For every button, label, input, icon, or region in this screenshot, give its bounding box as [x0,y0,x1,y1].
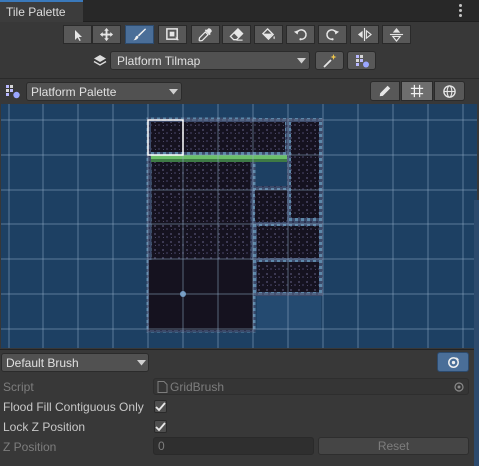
arrow-pointer-icon [74,29,82,41]
flip-vertical-icon [389,27,404,42]
brush-settings-icon [447,356,459,368]
box-fill-tool-button[interactable] [158,25,187,44]
flood-fill-checkbox[interactable] [154,400,167,413]
edit-palette-button[interactable] [370,81,400,101]
script-value: GridBrush [170,380,225,394]
lock-z-checkbox[interactable] [154,420,167,433]
tab-tile-palette[interactable]: Tile Palette [0,0,83,22]
chevron-down-icon [297,58,306,64]
active-tilemap-dropdown[interactable]: Platform Tilmap [110,51,310,70]
checkmark-icon [155,401,166,411]
box-fill-icon [166,28,180,42]
tile-settings-button[interactable] [347,51,376,70]
tab-bar: Tile Palette [0,0,479,22]
gizmos-button[interactable] [434,81,465,101]
picker-tool-button[interactable] [191,25,220,44]
brush-dropdown-label: Default Brush [6,356,79,370]
fill-tool-button[interactable] [254,25,283,44]
object-picker-icon[interactable] [454,382,464,392]
flood-fill-label: Flood Fill Contiguous Only [3,400,144,414]
palette-grid-icon [355,54,369,67]
toggle-grid-button[interactable] [401,81,433,101]
move-arrows-icon [99,27,114,42]
pencil-icon [379,85,391,97]
chevron-down-icon [137,360,146,366]
active-tilemap-label: Platform Tilmap [117,54,201,68]
rotate-cw-tool-button[interactable] [318,25,347,44]
window-menu-kebab-icon[interactable] [454,4,466,18]
flip-x-tool-button[interactable] [350,25,379,44]
script-field: GridBrush [153,378,469,395]
script-label: Script [3,380,34,394]
lock-z-label: Lock Z Position [3,420,86,434]
reset-button[interactable]: Reset [318,437,469,455]
rotate-left-icon [293,29,307,41]
paintbrush-icon [133,28,147,41]
vertical-scrollbar[interactable] [474,200,479,466]
paint-bucket-icon [261,27,275,41]
select-tool-button[interactable] [63,25,92,44]
palette-dropdown-label: Platform Palette [31,85,117,99]
z-position-field[interactable]: 0 [153,437,314,455]
palette-canvas[interactable] [1,104,477,348]
brush-settings-button[interactable] [437,352,469,372]
gizmo-globe-icon [443,84,456,98]
brush-dropdown[interactable]: Default Brush [1,353,149,372]
eyedropper-icon [198,28,212,42]
z-position-value: 0 [158,439,165,453]
reset-button-label: Reset [377,439,410,453]
rotate-right-icon [326,29,340,41]
move-tool-button[interactable] [92,25,121,44]
flip-y-tool-button[interactable] [382,25,411,44]
tilemap-layers-icon [92,53,108,69]
tab-title: Tile Palette [6,5,66,19]
z-position-label: Z Position [3,440,57,454]
palette-grid-icon [5,84,21,100]
magic-wand-icon [322,53,336,68]
palette-dropdown[interactable]: Platform Palette [26,82,182,101]
checkmark-icon [155,421,166,431]
flip-horizontal-icon [357,27,372,42]
script-file-icon [157,381,168,393]
eraser-icon [229,27,244,41]
chevron-down-icon [169,89,178,95]
paint-tool-button[interactable] [125,25,154,44]
palette-tiles [1,104,477,348]
focus-on-tilemap-button[interactable] [315,51,344,70]
erase-tool-button[interactable] [222,25,251,44]
rotate-ccw-tool-button[interactable] [286,25,315,44]
grid-icon [410,84,424,98]
